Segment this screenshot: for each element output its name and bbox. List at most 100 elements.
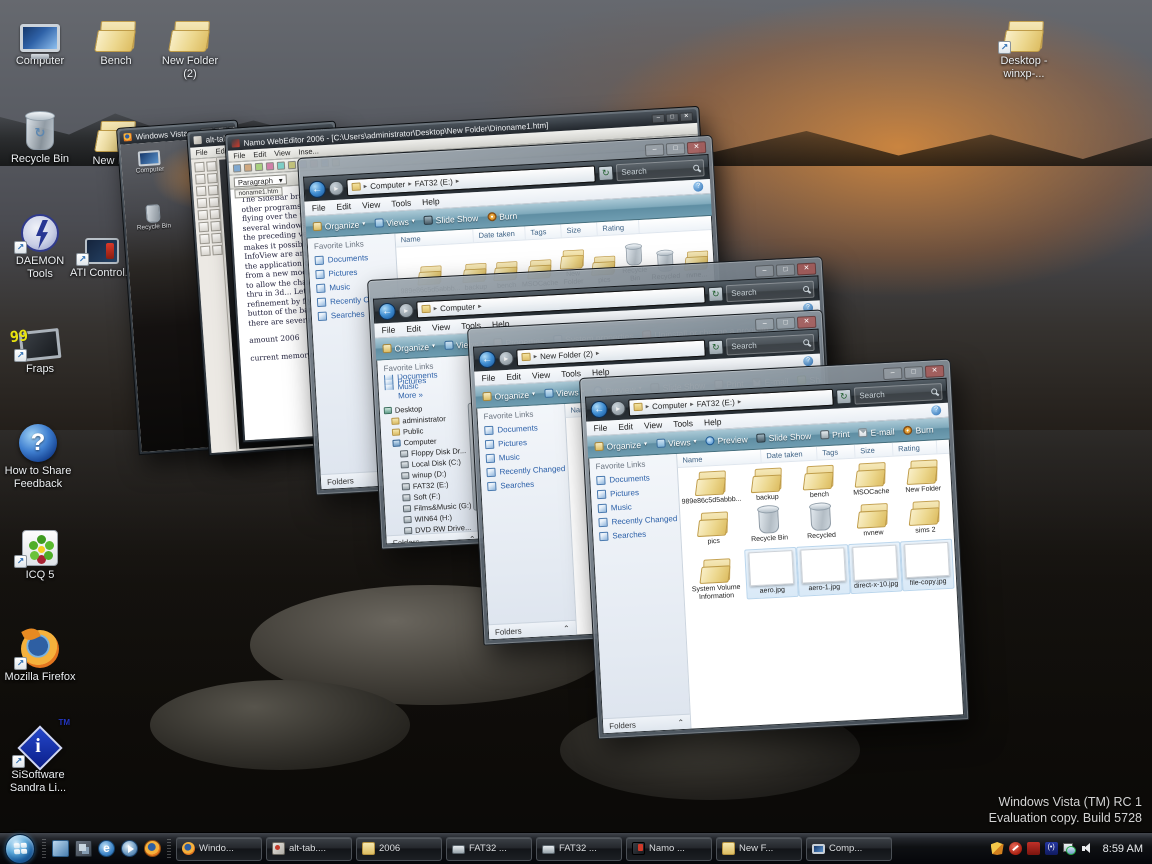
breadcrumb-item[interactable]: New Folder (2) xyxy=(540,349,593,361)
desktop-icon-bench[interactable]: Bench xyxy=(80,8,152,68)
menu-file[interactable]: File xyxy=(481,373,495,384)
close-button[interactable]: ✕ xyxy=(680,112,694,122)
switch-windows-icon[interactable] xyxy=(75,840,92,857)
taskbar-button-alt-tab-[interactable]: alt-tab.... xyxy=(266,837,352,861)
forward-button[interactable]: ▸ xyxy=(328,180,344,196)
file-item[interactable]: file-copy.jpg xyxy=(900,539,955,592)
file-item[interactable]: sims 2 xyxy=(898,498,952,537)
column-header-rating[interactable]: Rating xyxy=(597,220,640,235)
tool-button[interactable] xyxy=(198,210,209,221)
desktop-icon-icq-5[interactable]: ↗ICQ 5 xyxy=(4,522,76,582)
toolbar-icon[interactable] xyxy=(233,164,241,172)
refresh-button[interactable]: ↻ xyxy=(598,165,614,181)
menu-view[interactable]: View xyxy=(532,370,551,381)
show-desktop-icon[interactable] xyxy=(52,840,69,857)
toolbar-button-print[interactable]: Print xyxy=(820,428,850,440)
toolbar-button-views[interactable]: Views▾ xyxy=(374,216,415,228)
menu-edit[interactable]: Edit xyxy=(253,150,266,160)
back-button[interactable]: ← xyxy=(478,350,496,368)
back-button[interactable]: ← xyxy=(378,302,396,320)
toolbar-button-organize[interactable]: Organize▾ xyxy=(594,439,647,452)
toolbar-icon[interactable] xyxy=(277,161,285,169)
toolbar-icon[interactable] xyxy=(244,163,252,171)
menu-file[interactable]: File xyxy=(593,423,607,434)
tool-button[interactable] xyxy=(207,173,218,184)
tool-button[interactable] xyxy=(194,162,205,173)
column-header-tags[interactable]: Tags xyxy=(817,445,856,460)
taskbar-button-2006[interactable]: 2006 xyxy=(356,837,442,861)
refresh-button[interactable]: ↻ xyxy=(836,388,852,404)
tool-button[interactable] xyxy=(195,174,206,185)
desktop-icon-new-folder-2-[interactable]: New Folder (2) xyxy=(154,8,226,81)
menu-file[interactable]: File xyxy=(233,151,246,161)
maximize-button[interactable]: □ xyxy=(666,142,686,155)
minimize-button[interactable]: – xyxy=(755,264,775,277)
menu-tools[interactable]: Tools xyxy=(391,198,411,209)
tool-button[interactable] xyxy=(212,245,223,256)
search-input[interactable]: Search xyxy=(726,280,815,302)
menu-view[interactable]: View xyxy=(432,322,451,333)
taskbar-button-new-f-[interactable]: New F... xyxy=(716,837,802,861)
refresh-button[interactable]: ↻ xyxy=(708,339,724,355)
start-button[interactable] xyxy=(5,834,35,864)
file-item[interactable]: aero.jpg xyxy=(744,547,799,600)
menu-view[interactable]: View xyxy=(274,148,291,158)
taskbar-button-namo-[interactable]: Namo ... xyxy=(626,837,712,861)
file-item[interactable]: bench xyxy=(792,464,846,501)
toolbar-button-burn[interactable]: Burn xyxy=(903,424,933,436)
column-header-size[interactable]: Size xyxy=(855,443,894,458)
folders-bar[interactable]: Folders⌃ xyxy=(603,714,691,734)
toolbar-button-views[interactable]: Views▾ xyxy=(656,436,697,448)
tool-button[interactable] xyxy=(200,246,211,257)
menu-file[interactable]: File xyxy=(312,202,326,213)
desktop-icon-mozilla-firefox[interactable]: ↗Mozilla Firefox xyxy=(4,624,76,684)
folders-bar[interactable]: Folders⌃ xyxy=(489,620,577,640)
search-input[interactable]: Search xyxy=(726,333,815,355)
file-item[interactable]: Recycle Bin xyxy=(742,506,796,545)
minimize-button[interactable]: – xyxy=(755,317,775,330)
minimize-button[interactable]: – xyxy=(652,113,666,123)
tool-button[interactable] xyxy=(198,222,209,233)
security-shield-icon[interactable] xyxy=(991,842,1004,855)
column-header-tags[interactable]: Tags xyxy=(525,224,562,239)
menu-edit[interactable]: Edit xyxy=(336,201,351,212)
file-item[interactable]: backup xyxy=(740,467,794,504)
taskbar-button-windo-[interactable]: Windo... xyxy=(176,837,262,861)
close-button[interactable]: ✕ xyxy=(687,141,707,154)
search-input[interactable]: Search xyxy=(616,159,705,181)
desktop-icon-how-to-share-feedback[interactable]: How to Share Feedback xyxy=(2,418,74,491)
refresh-button[interactable]: ↻ xyxy=(708,286,724,302)
internet-explorer-icon[interactable]: e xyxy=(98,840,115,857)
tool-button[interactable] xyxy=(211,233,222,244)
close-button[interactable]: ✕ xyxy=(797,315,817,328)
quicklaunch-grip[interactable] xyxy=(167,839,171,859)
search-input[interactable]: Search xyxy=(854,383,943,405)
forward-button[interactable]: ▸ xyxy=(610,400,626,416)
tool-button[interactable] xyxy=(196,186,207,197)
desktop-icon-fraps[interactable]: ↗Fraps xyxy=(4,316,76,376)
file-item[interactable]: nvnew xyxy=(846,500,900,539)
tool-button[interactable] xyxy=(208,185,219,196)
toolbar-button-organize[interactable]: Organize▾ xyxy=(382,341,435,354)
toolbar-button-e-mail[interactable]: E-mail xyxy=(858,426,895,438)
toolbar-button-slide-show[interactable]: Slide Show xyxy=(423,212,478,225)
tool-button[interactable] xyxy=(199,234,210,245)
file-item[interactable]: direct-x-10.jpg xyxy=(848,541,903,594)
menu-view[interactable]: View xyxy=(644,420,663,431)
breadcrumb-item[interactable]: FAT32 (E:) xyxy=(696,397,735,408)
close-button[interactable]: ✕ xyxy=(925,364,945,377)
desktop-icon-computer[interactable]: Computer xyxy=(4,8,76,68)
menu-edit[interactable]: Edit xyxy=(618,421,633,432)
forward-button[interactable]: ▸ xyxy=(398,302,414,318)
toolbar-button-organize[interactable]: Organize▾ xyxy=(313,219,366,232)
maximize-button[interactable]: □ xyxy=(776,263,796,276)
paragraph-dropdown[interactable]: Paragraph▾ xyxy=(234,174,287,187)
toolbar-icon[interactable] xyxy=(255,163,263,171)
desktop-icon-desktop-winxp-[interactable]: ↗Desktop -winxp-... xyxy=(988,8,1060,81)
close-button[interactable]: ✕ xyxy=(797,262,817,275)
toolbar-button-preview[interactable]: Preview xyxy=(705,434,748,446)
breadcrumb-item[interactable]: Computer xyxy=(370,180,406,191)
maximize-button[interactable]: □ xyxy=(776,316,796,329)
tool-button[interactable] xyxy=(210,209,221,220)
minimize-button[interactable]: – xyxy=(645,143,665,156)
